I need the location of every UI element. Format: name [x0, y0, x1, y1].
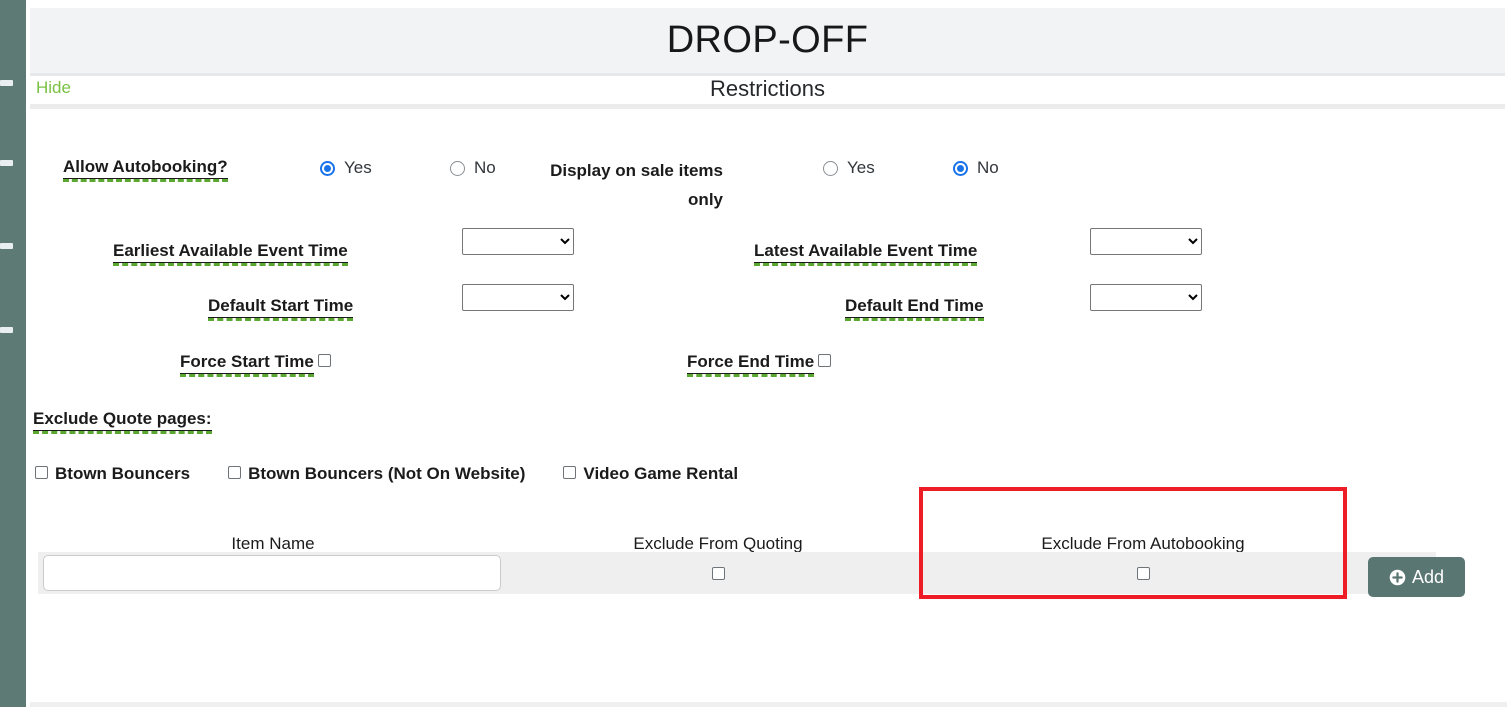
force-start-time-label: Force Start Time — [180, 352, 314, 377]
default-end-time-select[interactable] — [1090, 284, 1202, 311]
default-start-time-select[interactable] — [462, 284, 574, 311]
collapsed-nav-rail[interactable] — [0, 0, 26, 707]
force-end-time-field[interactable]: Force End Time — [687, 352, 832, 377]
exclude-quote-pages-list: Btown Bouncers Btown Bouncers (Not On We… — [35, 464, 738, 484]
plus-circle-icon — [1389, 569, 1406, 585]
cell-item-name — [38, 555, 508, 591]
display-on-sale-items-yes-radio[interactable] — [823, 160, 838, 176]
exclude-quote-pages-label-wrap: Exclude Quote pages: — [33, 409, 212, 434]
default-start-time-label-wrap: Default Start Time — [208, 296, 354, 321]
display-on-sale-items-label-line2: only — [688, 190, 723, 209]
quote-page-checkbox-btown-bouncers-not-on-website[interactable] — [228, 466, 242, 479]
page-bottom-strip — [30, 702, 1507, 707]
allow-autobooking-yes-text: Yes — [344, 158, 372, 177]
allow-autobooking-yes-option[interactable]: Yes — [320, 158, 372, 178]
display-on-sale-items-label-wrap: Display on sale items only — [523, 157, 723, 215]
quote-page-label-btown-bouncers: Btown Bouncers — [55, 464, 191, 483]
latest-available-event-time-label-wrap: Latest Available Event Time — [754, 241, 978, 266]
display-on-sale-items-yes-text: Yes — [847, 158, 875, 177]
rail-divider — [26, 0, 30, 707]
items-table-row — [38, 552, 1436, 594]
quote-page-item-btown-bouncers[interactable]: Btown Bouncers — [35, 464, 190, 484]
quote-page-item-btown-bouncers-not-on-website[interactable]: Btown Bouncers (Not On Website) — [228, 464, 525, 484]
allow-autobooking-label: Allow Autobooking? — [63, 157, 228, 182]
default-start-time-label: Default Start Time — [208, 296, 354, 321]
nav-rail-dash-3[interactable] — [0, 243, 13, 249]
nav-rail-dash-4[interactable] — [0, 327, 13, 333]
display-on-sale-items-no-text: No — [977, 158, 999, 177]
page-canvas: DROP-OFF Hide Restrictions Allow Autoboo… — [30, 0, 1507, 707]
allow-autobooking-no-text: No — [474, 158, 496, 177]
display-on-sale-items-no-radio[interactable] — [953, 160, 968, 176]
default-end-time-label: Default End Time — [845, 296, 984, 321]
quote-page-checkbox-btown-bouncers[interactable] — [35, 466, 48, 479]
section-header-bar: Hide Restrictions — [30, 76, 1505, 104]
item-name-input[interactable] — [43, 555, 501, 591]
exclude-from-autobooking-checkbox[interactable] — [1136, 566, 1150, 580]
force-end-time-checkbox[interactable] — [818, 354, 832, 367]
add-item-button[interactable]: Add — [1368, 557, 1465, 597]
nav-rail-dash-1[interactable] — [0, 80, 13, 86]
latest-available-event-time-label: Latest Available Event Time — [754, 241, 978, 266]
latest-available-event-time-select[interactable] — [1090, 228, 1202, 255]
default-end-time-label-wrap: Default End Time — [845, 296, 984, 321]
force-start-time-checkbox[interactable] — [317, 354, 331, 367]
quote-page-checkbox-video-game-rental[interactable] — [563, 466, 577, 479]
quote-page-item-video-game-rental[interactable]: Video Game Rental — [563, 464, 738, 484]
section-title: Restrictions — [710, 76, 825, 101]
earliest-available-event-time-label-wrap: Earliest Available Event Time — [113, 241, 348, 266]
force-end-time-label: Force End Time — [687, 352, 815, 377]
page-title: DROP-OFF — [666, 19, 869, 61]
display-on-sale-items-label-line1: Display on sale items — [550, 161, 723, 180]
exclude-from-quoting-checkbox[interactable] — [711, 566, 725, 580]
restrictions-form: Allow Autobooking? Yes No Display on sal… — [30, 109, 1507, 707]
add-item-button-label: Add — [1411, 566, 1445, 587]
exclude-quote-pages-label: Exclude Quote pages: — [33, 409, 212, 434]
display-on-sale-items-yes-option[interactable]: Yes — [823, 158, 875, 178]
earliest-available-event-time-label: Earliest Available Event Time — [113, 241, 348, 266]
force-start-time-field[interactable]: Force Start Time — [180, 352, 331, 377]
allow-autobooking-label-wrap: Allow Autobooking? — [63, 157, 228, 182]
page-header-bar: DROP-OFF — [30, 8, 1505, 73]
earliest-available-event-time-select[interactable] — [462, 228, 574, 255]
display-on-sale-items-no-option[interactable]: No — [953, 158, 999, 178]
allow-autobooking-no-radio[interactable] — [450, 160, 465, 176]
allow-autobooking-no-option[interactable]: No — [450, 158, 496, 178]
nav-rail-dash-2[interactable] — [0, 160, 13, 166]
quote-page-label-video-game-rental: Video Game Rental — [583, 464, 739, 483]
cell-exclude-from-autobooking — [928, 566, 1358, 580]
cell-exclude-from-quoting — [508, 566, 928, 580]
quote-page-label-btown-bouncers-not-on-website: Btown Bouncers (Not On Website) — [248, 464, 526, 483]
allow-autobooking-yes-radio[interactable] — [320, 160, 335, 176]
